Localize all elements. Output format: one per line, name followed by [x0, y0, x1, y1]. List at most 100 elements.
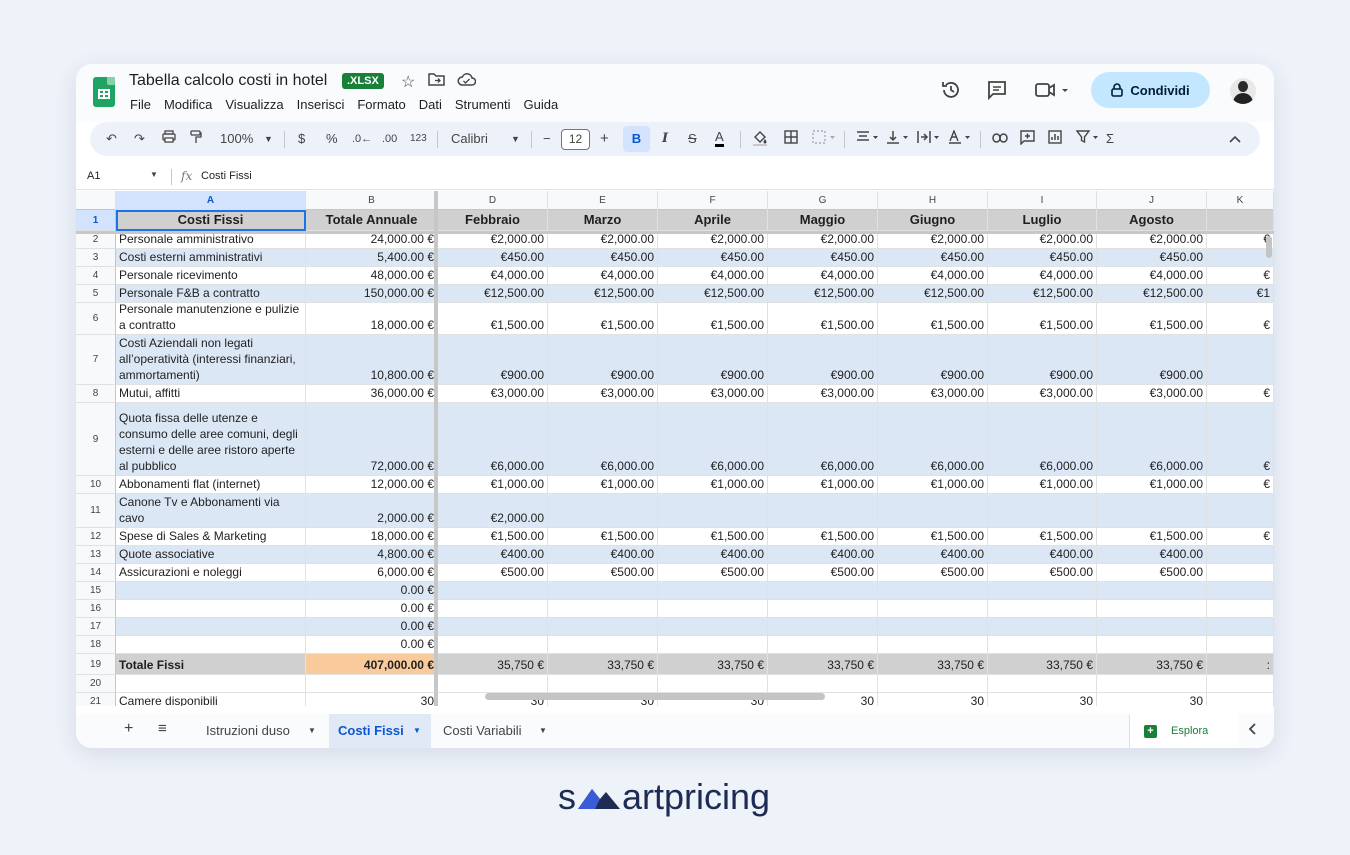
cell-month-value[interactable]: €900.00	[438, 335, 548, 385]
cell-month-value[interactable]: €450.00	[768, 249, 878, 267]
cell-month-value[interactable]: €4,000.00	[548, 267, 658, 285]
cell-month-value[interactable]: €	[1207, 267, 1274, 285]
cell-month-value[interactable]	[878, 582, 988, 600]
cell-month-value[interactable]	[548, 636, 658, 654]
cell-month-value[interactable]	[988, 636, 1097, 654]
name-box[interactable]: A1	[87, 170, 100, 182]
cell-month-value[interactable]: €1,500.00	[768, 528, 878, 546]
cell-month-value[interactable]: €1,500.00	[878, 303, 988, 335]
cell-month-value[interactable]: €3,000.00	[548, 385, 658, 403]
cell-month-value[interactable]: €1,000.00	[768, 476, 878, 494]
cell-annual-total[interactable]: 2,000.00 €	[306, 494, 438, 528]
cell-label[interactable]: Mutui, affitti	[116, 385, 306, 403]
row-number[interactable]: 14	[76, 564, 116, 582]
header-cell[interactable]: Luglio	[988, 210, 1097, 231]
menu-visualizza[interactable]: Visualizza	[225, 97, 283, 112]
cell-annual-total[interactable]: 18,000.00 €	[306, 303, 438, 335]
cell-month-value[interactable]: €12,500.00	[438, 285, 548, 303]
cell-label[interactable]: Quota fissa delle utenze e consumo delle…	[116, 403, 306, 476]
cell-month-value[interactable]: €3,000.00	[658, 385, 768, 403]
sheets-logo-icon[interactable]	[93, 77, 115, 107]
cell-month-value[interactable]: €1,000.00	[1097, 476, 1207, 494]
menu-dati[interactable]: Dati	[419, 97, 442, 112]
cell-month-value[interactable]	[438, 675, 548, 693]
cell-month-value[interactable]	[768, 600, 878, 618]
header-cell[interactable]: Febbraio	[438, 210, 548, 231]
cell-month-value[interactable]: €400.00	[988, 546, 1097, 564]
cell-month-value[interactable]: €1,500.00	[658, 303, 768, 335]
cell-month-value[interactable]: €400.00	[658, 546, 768, 564]
cell-month-value[interactable]: €450.00	[1097, 249, 1207, 267]
cell-month-value[interactable]: €12,500.00	[1097, 285, 1207, 303]
cell-month-value[interactable]: €400.00	[438, 546, 548, 564]
row-number[interactable]: 19	[76, 654, 116, 675]
cell-annual-total[interactable]: 407,000.00 €	[306, 654, 438, 675]
cell-month-value[interactable]	[438, 636, 548, 654]
cell-month-value[interactable]: €12,500.00	[548, 285, 658, 303]
cell-month-value[interactable]: €1,000.00	[658, 476, 768, 494]
row-number[interactable]: 16	[76, 600, 116, 618]
select-all-corner[interactable]	[76, 191, 116, 210]
row-number[interactable]: 12	[76, 528, 116, 546]
cell-month-value[interactable]	[1207, 636, 1274, 654]
cell-month-value[interactable]: €1,000.00	[548, 476, 658, 494]
all-sheets-menu-icon[interactable]: ≡	[158, 720, 167, 737]
tab-costi-fissi[interactable]: Costi Fissi	[338, 723, 404, 738]
cell-month-value[interactable]: 33,750 €	[768, 654, 878, 675]
column-header-i[interactable]: I	[988, 191, 1097, 210]
fill-color-icon[interactable]	[752, 130, 768, 151]
cell-month-value[interactable]	[658, 494, 768, 528]
column-header-g[interactable]: G	[768, 191, 878, 210]
cell-month-value[interactable]: €6,000.00	[438, 403, 548, 476]
cell-label[interactable]: Personale manutenzione e pulizie a contr…	[116, 303, 306, 335]
cell-month-value[interactable]	[1207, 582, 1274, 600]
meet-camera-icon[interactable]	[1034, 80, 1070, 106]
text-color-button[interactable]: A	[715, 130, 724, 147]
cell-label[interactable]: Personale F&B a contratto	[116, 285, 306, 303]
cell-month-value[interactable]: €400.00	[548, 546, 658, 564]
menu-inserisci[interactable]: Inserisci	[297, 97, 345, 112]
cell-label[interactable]: Camere disponibili	[116, 693, 306, 706]
cell-month-value[interactable]: €	[1207, 528, 1274, 546]
cell-month-value[interactable]	[1207, 335, 1274, 385]
cell-label[interactable]	[116, 582, 306, 600]
cell-month-value[interactable]: €500.00	[768, 564, 878, 582]
header-cell[interactable]: Aprile	[658, 210, 768, 231]
row-number[interactable]: 17	[76, 618, 116, 636]
spreadsheet-grid[interactable]: ABDEFGHIJK 1 Costi Fissi Totale Annuale Feb…	[76, 191, 1274, 706]
cell-month-value[interactable]: €1,500.00	[988, 303, 1097, 335]
cell-month-value[interactable]: 33,750 €	[1097, 654, 1207, 675]
cell-label[interactable]	[116, 636, 306, 654]
cell-month-value[interactable]: €1,500.00	[548, 303, 658, 335]
increase-decimals-button[interactable]: .00	[382, 130, 397, 148]
menu-file[interactable]: File	[130, 97, 151, 112]
horizontal-scrollbar[interactable]	[485, 693, 825, 700]
cell-month-value[interactable]: 33,750 €	[658, 654, 768, 675]
cell-month-value[interactable]: €900.00	[988, 335, 1097, 385]
name-box-chevron-icon[interactable]: ▼	[150, 170, 158, 179]
cell-month-value[interactable]	[988, 494, 1097, 528]
cell-month-value[interactable]: €12,500.00	[658, 285, 768, 303]
cell-label[interactable]	[116, 600, 306, 618]
cell-annual-total[interactable]: 0.00 €	[306, 636, 438, 654]
cell-month-value[interactable]: €450.00	[548, 249, 658, 267]
cell-label[interactable]	[116, 675, 306, 693]
insert-comment-icon[interactable]	[1020, 130, 1035, 150]
header-cell[interactable]: Giugno	[878, 210, 988, 231]
row-number[interactable]: 5	[76, 285, 116, 303]
borders-icon[interactable]	[784, 130, 798, 149]
undo-icon[interactable]: ↶	[106, 130, 117, 148]
cell-month-value[interactable]: €12,500.00	[878, 285, 988, 303]
cell-month-value[interactable]: €1,000.00	[438, 476, 548, 494]
column-header-h[interactable]: H	[878, 191, 988, 210]
row-number[interactable]: 21	[76, 693, 116, 706]
cell-month-value[interactable]: €400.00	[768, 546, 878, 564]
cell-month-value[interactable]	[878, 636, 988, 654]
share-button[interactable]: Condividi	[1091, 72, 1210, 108]
cell-month-value[interactable]: €4,000.00	[988, 267, 1097, 285]
cell-month-value[interactable]	[438, 618, 548, 636]
row-number[interactable]: 8	[76, 385, 116, 403]
menu-strumenti[interactable]: Strumenti	[455, 97, 511, 112]
cell-month-value[interactable]: €500.00	[988, 564, 1097, 582]
cell-month-value[interactable]: €3,000.00	[1097, 385, 1207, 403]
